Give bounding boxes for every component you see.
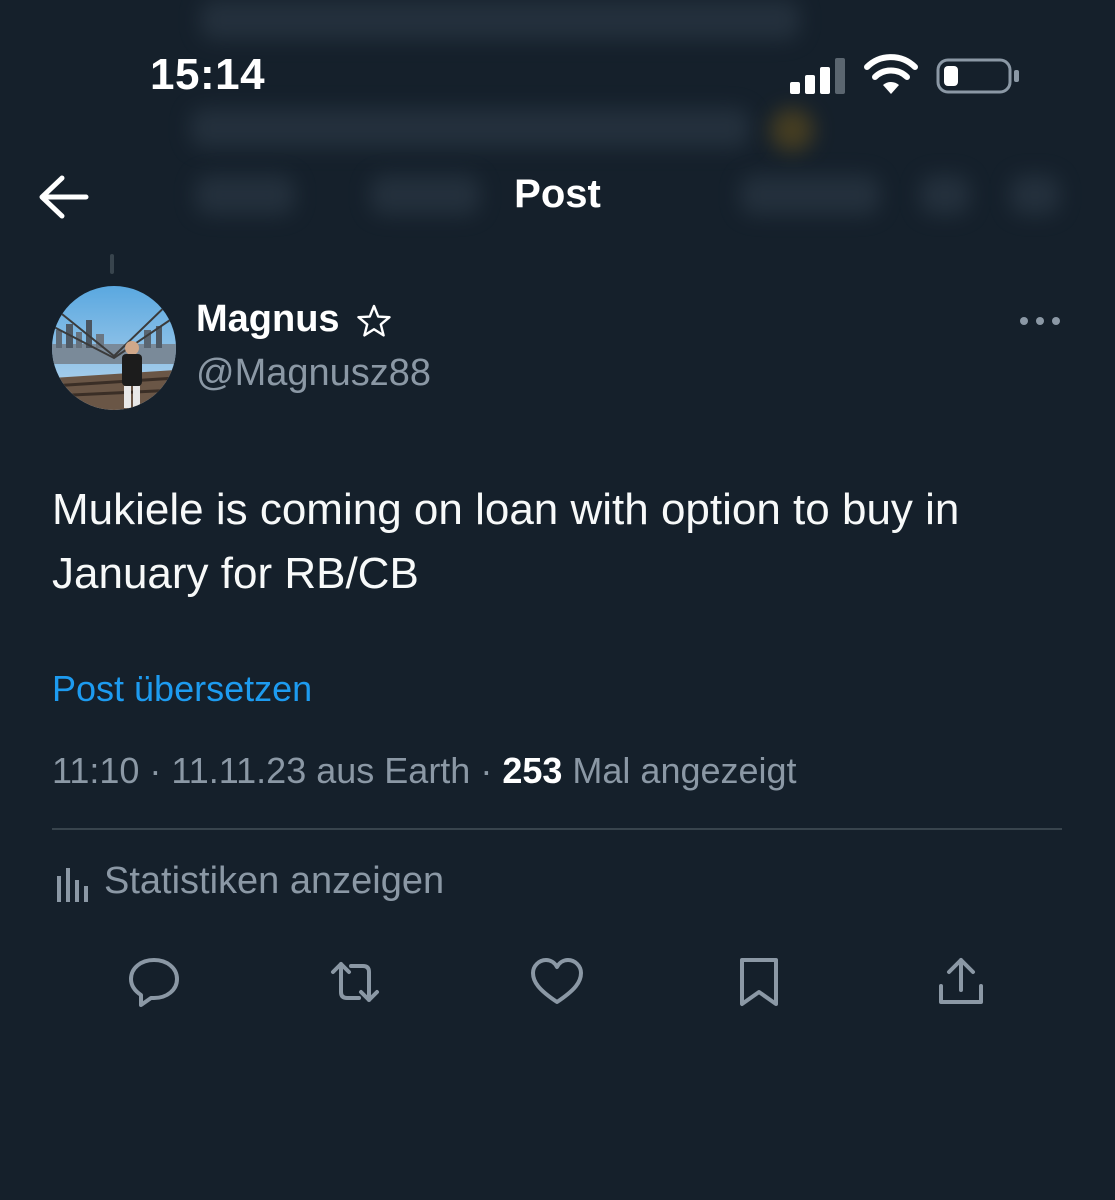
translate-link[interactable]: Post übersetzen (52, 668, 312, 710)
share-button[interactable] (933, 954, 989, 1010)
author-handle[interactable]: @Magnusz88 (196, 352, 431, 395)
status-bar: 15:14 (0, 0, 1115, 150)
post-meta: 11:10 · 11.11.23 aus Earth · 253 Mal ang… (52, 750, 797, 791)
bookmark-button[interactable] (731, 954, 787, 1010)
star-icon (357, 304, 391, 337)
views-label: Mal angezeigt (572, 750, 797, 791)
stats-icon (57, 868, 88, 902)
thread-line (110, 254, 114, 274)
share-icon (939, 958, 983, 1004)
post-text: Mukiele is coming on loan with option to… (52, 485, 960, 598)
reply-button[interactable] (126, 954, 182, 1010)
repost-icon (331, 962, 379, 1002)
screen: 15:14 Post Magnus @Magnusz88 Mukiele is … (0, 0, 1115, 1200)
like-icon (531, 958, 583, 1004)
more-button[interactable] (1016, 306, 1066, 336)
status-time: 15:14 (150, 50, 266, 99)
nav-bar: Post (0, 150, 1115, 250)
post-time: 11:10 (52, 750, 140, 791)
post-date: 11.11.23 (171, 750, 307, 791)
avatar-image (52, 286, 176, 410)
battery-icon (936, 58, 1019, 94)
views-count: 253 (502, 750, 563, 791)
like-button[interactable] (529, 954, 585, 1010)
avatar[interactable] (52, 286, 176, 410)
page-title: Post (514, 172, 601, 216)
divider (52, 828, 1062, 830)
post-source: aus Earth (316, 750, 471, 791)
wifi-icon (864, 54, 918, 94)
reply-icon (129, 958, 179, 1007)
signal-icon (790, 58, 845, 94)
author-name[interactable]: Magnus (196, 298, 340, 341)
stats-label: Statistiken anzeigen (104, 860, 445, 902)
repost-button[interactable] (327, 954, 383, 1010)
more-icon (1020, 317, 1060, 325)
bookmark-icon (740, 958, 778, 1006)
